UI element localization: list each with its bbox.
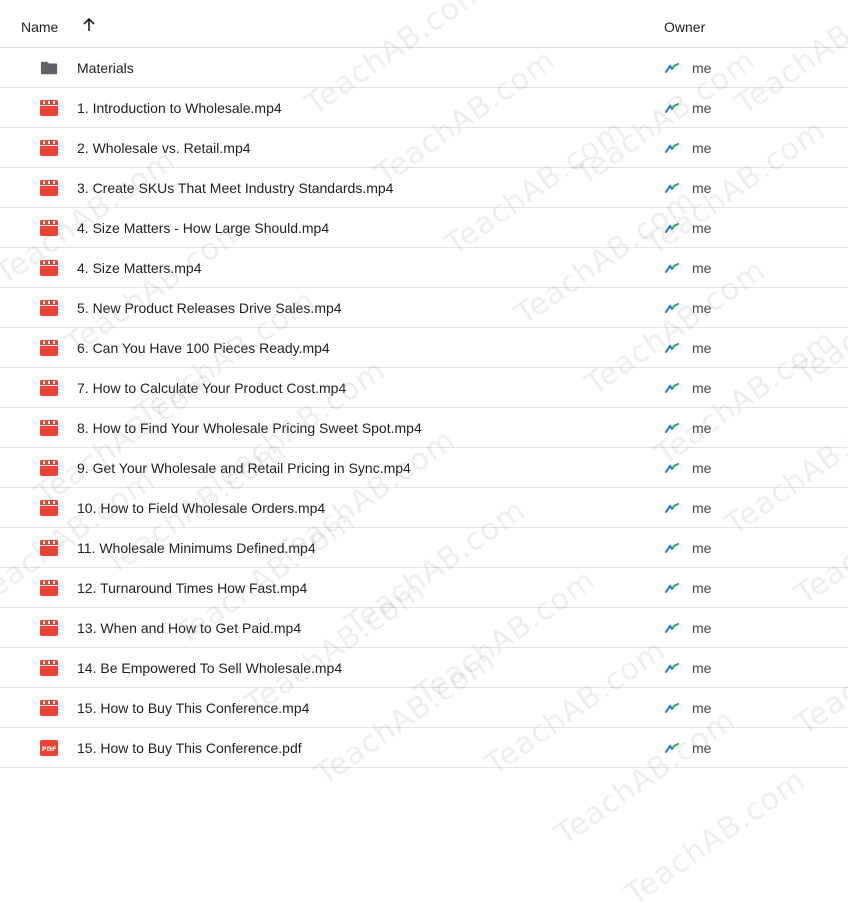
file-name[interactable]: 4. Size Matters - How Large Should.mp4 — [77, 220, 329, 236]
file-row[interactable]: Materials me — [0, 48, 848, 88]
file-row[interactable]: 10. How to Field Wholesale Orders.mp4 me — [0, 488, 848, 528]
pdf-icon-label: PDF — [42, 745, 57, 753]
file-owner: me — [692, 660, 712, 676]
file-name[interactable]: 9. Get Your Wholesale and Retail Pricing… — [77, 460, 411, 476]
file-name[interactable]: Materials — [77, 60, 134, 76]
shared-drive-owner-icon — [665, 343, 679, 353]
video-file-icon — [40, 700, 58, 716]
video-file-icon — [40, 540, 58, 556]
shared-drive-owner-icon — [665, 743, 679, 753]
file-row[interactable]: 11. Wholesale Minimums Defined.mp4 me — [0, 528, 848, 568]
shared-drive-owner-icon — [665, 623, 679, 633]
shared-drive-owner-icon — [665, 543, 679, 553]
file-owner: me — [692, 700, 712, 716]
video-file-icon — [40, 580, 58, 596]
file-owner: me — [692, 140, 712, 156]
shared-drive-owner-icon — [665, 303, 679, 313]
shared-drive-owner-icon — [665, 103, 679, 113]
file-row[interactable]: 2. Wholesale vs. Retail.mp4 me — [0, 128, 848, 168]
video-file-icon — [40, 140, 58, 156]
video-file-icon — [40, 420, 58, 436]
file-owner: me — [692, 260, 712, 276]
file-name[interactable]: 4. Size Matters.mp4 — [77, 260, 202, 276]
shared-drive-owner-icon — [665, 423, 679, 433]
video-file-icon — [40, 660, 58, 676]
list-header: Name Owner — [0, 0, 848, 48]
file-owner: me — [692, 340, 712, 356]
file-name[interactable]: 11. Wholesale Minimums Defined.mp4 — [77, 540, 316, 556]
file-name[interactable]: 13. When and How to Get Paid.mp4 — [77, 620, 301, 636]
owner-column-header[interactable]: Owner — [664, 19, 705, 35]
file-name[interactable]: 8. How to Find Your Wholesale Pricing Sw… — [77, 420, 422, 436]
file-row[interactable]: 8. How to Find Your Wholesale Pricing Sw… — [0, 408, 848, 448]
shared-drive-owner-icon — [665, 463, 679, 473]
shared-drive-owner-icon — [665, 183, 679, 193]
file-row[interactable]: 3. Create SKUs That Meet Industry Standa… — [0, 168, 848, 208]
shared-drive-owner-icon — [665, 703, 679, 713]
video-file-icon — [40, 460, 58, 476]
arrow-up-icon[interactable] — [80, 16, 98, 34]
shared-drive-owner-icon — [665, 503, 679, 513]
shared-drive-owner-icon — [665, 583, 679, 593]
shared-drive-owner-icon — [665, 663, 679, 673]
file-owner: me — [692, 300, 712, 316]
pdf-file-icon: PDF — [40, 740, 58, 756]
file-name[interactable]: 12. Turnaround Times How Fast.mp4 — [77, 580, 307, 596]
video-file-icon — [40, 260, 58, 276]
file-name[interactable]: 15. How to Buy This Conference.pdf — [77, 740, 302, 756]
file-owner: me — [692, 220, 712, 236]
file-name[interactable]: 7. How to Calculate Your Product Cost.mp… — [77, 380, 346, 396]
file-owner: me — [692, 740, 712, 756]
video-file-icon — [40, 180, 58, 196]
file-row[interactable]: 4. Size Matters - How Large Should.mp4 m… — [0, 208, 848, 248]
file-row[interactable]: 9. Get Your Wholesale and Retail Pricing… — [0, 448, 848, 488]
file-owner: me — [692, 60, 712, 76]
shared-drive-owner-icon — [665, 63, 679, 73]
file-row[interactable]: PDF 15. How to Buy This Conference.pdf m… — [0, 728, 848, 768]
shared-drive-owner-icon — [665, 383, 679, 393]
shared-drive-owner-icon — [665, 263, 679, 273]
file-name[interactable]: 3. Create SKUs That Meet Industry Standa… — [77, 180, 393, 196]
file-owner: me — [692, 100, 712, 116]
watermark-text: TeachAB.com — [619, 762, 813, 912]
file-row[interactable]: 6. Can You Have 100 Pieces Ready.mp4 me — [0, 328, 848, 368]
file-owner: me — [692, 380, 712, 396]
file-name[interactable]: 5. New Product Releases Drive Sales.mp4 — [77, 300, 342, 316]
file-name[interactable]: 2. Wholesale vs. Retail.mp4 — [77, 140, 251, 156]
video-file-icon — [40, 340, 58, 356]
file-row[interactable]: 12. Turnaround Times How Fast.mp4 me — [0, 568, 848, 608]
video-file-icon — [40, 620, 58, 636]
file-name[interactable]: 1. Introduction to Wholesale.mp4 — [77, 100, 282, 116]
file-row[interactable]: 5. New Product Releases Drive Sales.mp4 … — [0, 288, 848, 328]
video-file-icon — [40, 220, 58, 236]
file-owner: me — [692, 580, 712, 596]
file-list: Materials me 1. Introduction to Wholesal… — [0, 48, 848, 768]
shared-drive-owner-icon — [665, 223, 679, 233]
file-owner: me — [692, 620, 712, 636]
file-owner: me — [692, 180, 712, 196]
video-file-icon — [40, 300, 58, 316]
file-row[interactable]: 7. How to Calculate Your Product Cost.mp… — [0, 368, 848, 408]
file-name[interactable]: 14. Be Empowered To Sell Wholesale.mp4 — [77, 660, 342, 676]
file-owner: me — [692, 540, 712, 556]
folder-icon — [40, 61, 58, 75]
file-row[interactable]: 13. When and How to Get Paid.mp4 me — [0, 608, 848, 648]
file-row[interactable]: 15. How to Buy This Conference.mp4 me — [0, 688, 848, 728]
file-name[interactable]: 15. How to Buy This Conference.mp4 — [77, 700, 309, 716]
file-row[interactable]: 4. Size Matters.mp4 me — [0, 248, 848, 288]
file-name[interactable]: 6. Can You Have 100 Pieces Ready.mp4 — [77, 340, 330, 356]
shared-drive-owner-icon — [665, 143, 679, 153]
file-owner: me — [692, 500, 712, 516]
file-owner: me — [692, 460, 712, 476]
file-owner: me — [692, 420, 712, 436]
file-name[interactable]: 10. How to Field Wholesale Orders.mp4 — [77, 500, 325, 516]
video-file-icon — [40, 380, 58, 396]
file-row[interactable]: 1. Introduction to Wholesale.mp4 me — [0, 88, 848, 128]
video-file-icon — [40, 100, 58, 116]
file-row[interactable]: 14. Be Empowered To Sell Wholesale.mp4 m… — [0, 648, 848, 688]
video-file-icon — [40, 500, 58, 516]
name-column-header[interactable]: Name — [21, 19, 58, 35]
